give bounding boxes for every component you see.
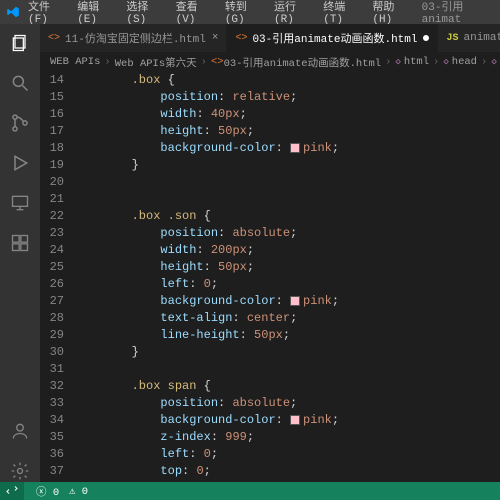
- warnings-count[interactable]: ⚠ 0: [69, 485, 88, 498]
- tag-icon: ◇: [395, 57, 400, 67]
- window-title: 03-引用animat: [422, 0, 494, 26]
- activity-bar: [0, 24, 40, 482]
- tag-icon: ◇: [491, 57, 496, 67]
- menu-file[interactable]: 文件(F): [28, 0, 65, 26]
- breadcrumb[interactable]: WEB APIs› Web APIs第六天› <> 03-引用animate动画…: [40, 52, 500, 72]
- tab-bar: <> 11-仿淘宝固定侧边栏.html × <> 03-引用animate动画函…: [40, 24, 500, 52]
- html-file-icon: <>: [48, 33, 60, 44]
- vscode-logo-icon: [6, 5, 20, 19]
- search-icon[interactable]: [9, 72, 31, 94]
- js-file-icon: JS: [446, 33, 458, 44]
- status-bar: ⓧ 0 ⚠ 0: [0, 482, 500, 500]
- tab-file-1[interactable]: <> 11-仿淘宝固定侧边栏.html ×: [40, 24, 227, 52]
- menu-run[interactable]: 运行(R): [274, 0, 311, 26]
- main-area: <> 11-仿淘宝固定侧边栏.html × <> 03-引用animate动画函…: [0, 24, 500, 482]
- title-bar: 文件(F) 编辑(E) 选择(S) 查看(V) 转到(G) 运行(R) 终端(T…: [0, 0, 500, 24]
- close-icon[interactable]: ×: [212, 32, 219, 44]
- tab-file-3[interactable]: JS animate.js: [438, 24, 500, 52]
- source-control-icon[interactable]: [9, 112, 31, 134]
- menu-goto[interactable]: 转到(G): [225, 0, 262, 26]
- accounts-icon[interactable]: [9, 420, 31, 442]
- line-gutter: 1415161718192021222324252627282930313233…: [40, 72, 74, 482]
- tab-file-2[interactable]: <> 03-引用animate动画函数.html: [227, 24, 438, 52]
- explorer-icon[interactable]: [9, 32, 31, 54]
- tag-icon: ◇: [443, 57, 448, 67]
- breadcrumb-item[interactable]: html: [404, 56, 429, 68]
- code-lines[interactable]: .box { position: relative; width: 40px; …: [74, 72, 500, 482]
- menu-terminal[interactable]: 终端(T): [323, 0, 360, 26]
- html-file-icon: <>: [235, 33, 247, 44]
- remote-indicator[interactable]: [0, 482, 24, 500]
- breadcrumb-item[interactable]: 03-引用animate动画函数.html: [224, 55, 382, 70]
- extensions-icon[interactable]: [9, 232, 31, 254]
- modified-dot-icon: [423, 35, 429, 41]
- code-editor[interactable]: 1415161718192021222324252627282930313233…: [40, 72, 500, 482]
- menu-help[interactable]: 帮助(H): [372, 0, 409, 26]
- breadcrumb-item[interactable]: WEB APIs: [50, 56, 100, 68]
- errors-count[interactable]: ⓧ 0: [36, 484, 59, 499]
- breadcrumb-item[interactable]: head: [452, 56, 477, 68]
- html-file-icon: <>: [211, 56, 224, 68]
- tab-label: animate.js: [464, 32, 500, 44]
- menu-edit[interactable]: 编辑(E): [77, 0, 114, 26]
- editor-area: <> 11-仿淘宝固定侧边栏.html × <> 03-引用animate动画函…: [40, 24, 500, 482]
- breadcrumb-item[interactable]: Web APIs第六天: [115, 55, 197, 70]
- tab-label: 11-仿淘宝固定侧边栏.html: [65, 30, 206, 46]
- menu-select[interactable]: 选择(S): [126, 0, 163, 26]
- remote-explorer-icon[interactable]: [9, 192, 31, 214]
- settings-gear-icon[interactable]: [9, 460, 31, 482]
- run-debug-icon[interactable]: [9, 152, 31, 174]
- tab-label: 03-引用animate动画函数.html: [252, 30, 417, 46]
- menu-view[interactable]: 查看(V): [176, 0, 213, 26]
